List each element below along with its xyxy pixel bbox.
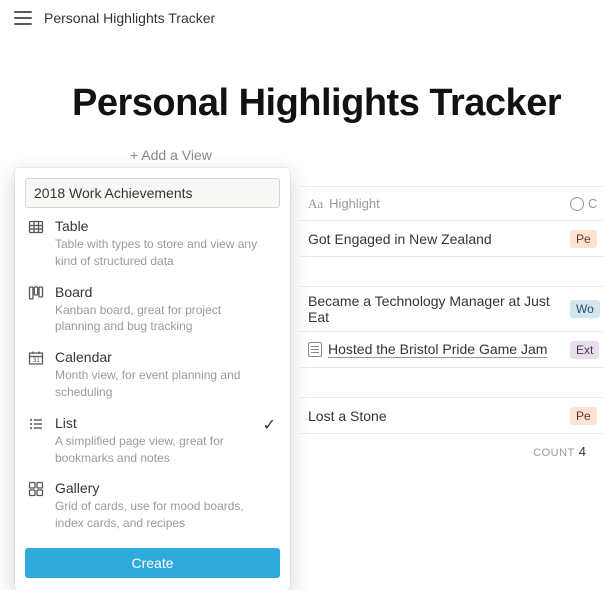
category-tag: Pe <box>570 230 597 248</box>
page-title: Personal Highlights Tracker <box>0 36 604 143</box>
cell-category[interactable]: Ext <box>570 341 604 359</box>
cell-highlight[interactable]: Lost a Stone <box>300 402 570 430</box>
cell-highlight[interactable]: Became a Technology Manager at Just Eat <box>300 287 570 331</box>
table-row[interactable]: Got Engaged in New Zealand Pe <box>300 221 604 257</box>
view-option-desc: Grid of cards, use for mood boards, inde… <box>55 496 265 532</box>
view-option-name: Calendar <box>55 349 278 365</box>
list-icon <box>27 415 45 433</box>
cell-category[interactable]: Wo <box>570 300 604 318</box>
cell-highlight[interactable]: Hosted the Bristol Pride Game Jam <box>300 335 570 364</box>
view-option-gallery[interactable]: GalleryGrid of cards, use for mood board… <box>25 470 280 536</box>
row-title: Lost a Stone <box>308 408 387 424</box>
count-summary: COUNT4 <box>300 434 604 459</box>
column-header-label: C <box>588 196 597 211</box>
calendar-icon: 31 <box>27 349 45 367</box>
cell-category[interactable]: Pe <box>570 230 604 248</box>
view-option-name: List <box>55 415 278 431</box>
category-tag: Pe <box>570 407 597 425</box>
page-icon <box>308 342 322 357</box>
view-option-list[interactable]: ListA simplified page view, great for bo… <box>25 405 280 471</box>
add-view-popup: TableTable with types to store and view … <box>15 168 290 590</box>
count-value: 4 <box>575 444 586 459</box>
view-option-desc: Table with types to store and view any k… <box>55 234 265 270</box>
menu-icon[interactable] <box>14 11 32 25</box>
table-row[interactable] <box>300 257 604 287</box>
view-option-calendar[interactable]: 31 CalendarMonth view, for event planning… <box>25 339 280 405</box>
cell-highlight[interactable]: Got Engaged in New Zealand <box>300 225 570 253</box>
table-icon <box>27 218 45 236</box>
create-button[interactable]: Create <box>25 548 280 578</box>
breadcrumb-title[interactable]: Personal Highlights Tracker <box>44 10 215 26</box>
cell-category[interactable]: Pe <box>570 407 604 425</box>
table-row[interactable] <box>300 368 604 398</box>
column-header-label: Highlight <box>329 196 380 211</box>
table: Aa Highlight C Got Engaged in New Zealan… <box>300 186 604 459</box>
view-option-desc: A simplified page view, great for bookma… <box>55 431 265 467</box>
column-header-category[interactable]: C <box>570 196 604 211</box>
count-label: COUNT <box>533 447 575 459</box>
text-property-icon: Aa <box>308 196 323 212</box>
category-tag: Wo <box>570 300 600 318</box>
table-row[interactable]: Became a Technology Manager at Just Eat W… <box>300 287 604 332</box>
view-option-table[interactable]: TableTable with types to store and view … <box>25 208 280 274</box>
add-view-button[interactable]: + Add a View <box>130 147 212 163</box>
svg-text:31: 31 <box>33 358 40 364</box>
view-option-desc: Month view, for event planning and sched… <box>55 365 265 401</box>
table-row[interactable]: Hosted the Bristol Pride Game Jam Ext <box>300 332 604 368</box>
view-option-desc: Kanban board, great for project planning… <box>55 300 265 336</box>
view-option-name: Gallery <box>55 480 278 496</box>
column-header-highlight[interactable]: Aa Highlight <box>300 196 570 212</box>
check-icon: ✓ <box>263 415 276 435</box>
view-option-name: Table <box>55 218 278 234</box>
view-option-board[interactable]: BoardKanban board, great for project pla… <box>25 274 280 340</box>
table-header: Aa Highlight C <box>300 187 604 221</box>
view-option-name: Board <box>55 284 278 300</box>
category-tag: Ext <box>570 341 599 359</box>
gallery-icon <box>27 480 45 498</box>
row-title: Hosted the Bristol Pride Game Jam <box>328 341 547 358</box>
table-row[interactable]: Lost a Stone Pe <box>300 398 604 434</box>
row-title: Got Engaged in New Zealand <box>308 231 492 247</box>
row-title: Became a Technology Manager at Just Eat <box>308 293 562 325</box>
gear-icon <box>570 197 584 211</box>
topbar: Personal Highlights Tracker <box>0 0 604 36</box>
view-name-input[interactable] <box>25 178 280 208</box>
board-icon <box>27 284 45 302</box>
